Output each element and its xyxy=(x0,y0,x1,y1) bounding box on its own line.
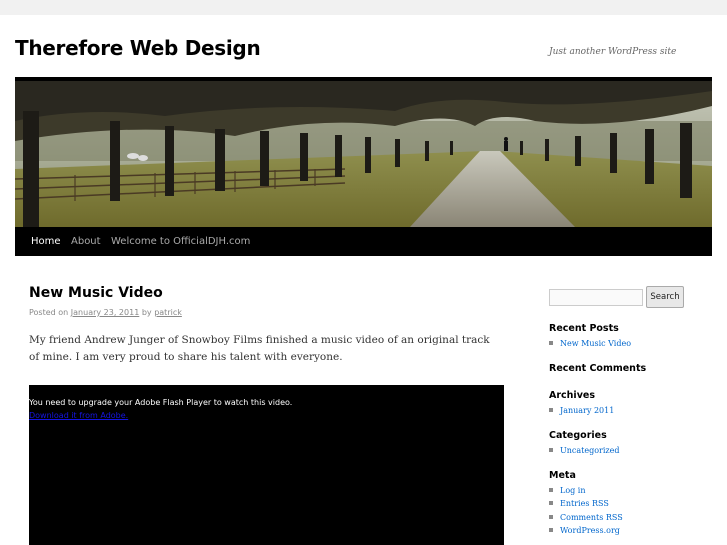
recent-post-link[interactable]: New Music Video xyxy=(560,339,631,348)
list-item: WordPress.org xyxy=(549,524,623,537)
archives-list: January 2011 xyxy=(549,404,614,417)
meta-comments-rss-link[interactable]: Comments RSS xyxy=(560,513,623,522)
bullet-icon xyxy=(549,514,553,519)
meta-entries-rss-link[interactable]: Entries RSS xyxy=(560,499,609,508)
categories-title: Categories xyxy=(549,430,607,441)
nav-item-about[interactable]: About xyxy=(71,227,101,256)
list-item: Uncategorized xyxy=(549,444,619,457)
category-link[interactable]: Uncategorized xyxy=(560,446,619,455)
recent-comments-title: Recent Comments xyxy=(549,363,647,374)
nav-item-welcome[interactable]: Welcome to OfficialDJH.com xyxy=(111,227,250,256)
bullet-icon xyxy=(549,501,553,506)
search-button[interactable]: Search xyxy=(646,286,684,308)
header-image xyxy=(15,77,712,227)
page-wrapper: Therefore Web Design Just another WordPr… xyxy=(0,15,727,545)
by-label: by xyxy=(141,308,152,317)
bullet-icon xyxy=(549,341,553,345)
search-input[interactable] xyxy=(549,289,643,306)
main-navigation: Home About Welcome to OfficialDJH.com xyxy=(15,227,712,256)
categories-list: Uncategorized xyxy=(549,444,619,457)
bullet-icon xyxy=(549,408,553,412)
site-title[interactable]: Therefore Web Design xyxy=(15,36,261,60)
list-item: Comments RSS xyxy=(549,511,623,524)
archives-title: Archives xyxy=(549,390,595,401)
meta-list: Log in Entries RSS Comments RSS WordPres… xyxy=(549,484,623,537)
recent-posts-list: New Music Video xyxy=(549,337,631,350)
post-title[interactable]: New Music Video xyxy=(29,285,163,301)
list-item: January 2011 xyxy=(549,404,614,417)
bullet-icon xyxy=(549,488,553,492)
posted-on-label: Posted on xyxy=(29,308,69,317)
archive-link[interactable]: January 2011 xyxy=(560,406,614,415)
list-item: Entries RSS xyxy=(549,497,623,510)
post-date-link[interactable]: January 23, 2011 xyxy=(71,308,140,317)
flash-download-link[interactable]: Download it from Adobe. xyxy=(29,411,128,420)
meta-title: Meta xyxy=(549,470,576,481)
bullet-icon xyxy=(549,527,553,532)
flash-upgrade-message: You need to upgrade your Adobe Flash Pla… xyxy=(29,398,293,407)
nav-item-home[interactable]: Home xyxy=(31,227,61,256)
post-content: My friend Andrew Junger of Snowboy Films… xyxy=(29,334,490,363)
recent-posts-title: Recent Posts xyxy=(549,323,619,334)
bullet-icon xyxy=(549,448,553,452)
list-item: Log in xyxy=(549,484,623,497)
meta-wordpress-link[interactable]: WordPress.org xyxy=(560,526,620,535)
post-author-link[interactable]: patrick xyxy=(154,308,182,317)
post-meta: Posted on January 23, 2011 by patrick xyxy=(29,308,182,317)
video-player[interactable]: You need to upgrade your Adobe Flash Pla… xyxy=(29,385,504,545)
meta-login-link[interactable]: Log in xyxy=(560,486,586,495)
list-item: New Music Video xyxy=(549,337,631,350)
site-description: Just another WordPress site xyxy=(549,47,677,57)
